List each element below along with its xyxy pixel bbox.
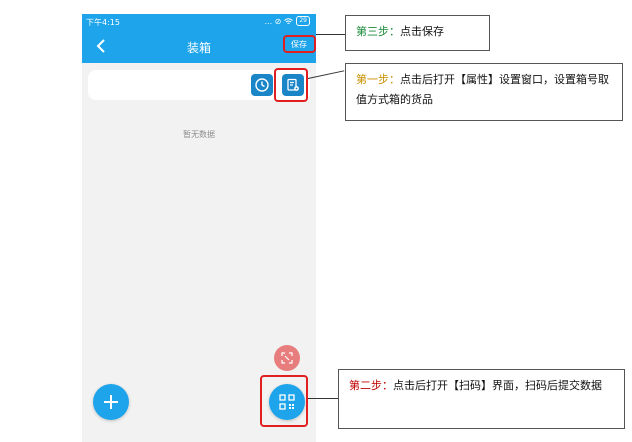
callout-step1-label: 第一步：	[356, 73, 400, 86]
status-time: 下午4:15	[86, 18, 120, 27]
add-button[interactable]	[93, 384, 129, 420]
scan-highlight	[260, 375, 308, 427]
plus-icon	[104, 395, 118, 409]
status-icons-text: ... ⊘	[264, 16, 282, 26]
clock-icon	[255, 78, 269, 92]
scan-small-button[interactable]	[274, 345, 300, 371]
history-button[interactable]	[251, 74, 273, 96]
callout-step3-label: 第三步：	[356, 25, 400, 38]
status-bar: 下午4:15 ... ⊘ 29	[82, 14, 316, 30]
scan-corners-icon	[281, 352, 293, 364]
connector-step3	[316, 34, 345, 35]
battery-icon: 29	[296, 16, 310, 26]
page-title: 装箱	[186, 41, 211, 55]
callout-step2: 第二步：点击后打开【扫码】界面，扫码后提交数据	[338, 369, 625, 429]
properties-highlight	[274, 68, 308, 102]
callout-step2-label: 第二步：	[349, 379, 393, 392]
empty-state-text: 暂无数据	[183, 130, 215, 139]
nav-bar: 装箱	[82, 30, 316, 63]
status-icons: ... ⊘ 29	[264, 16, 310, 26]
connector-step2	[308, 398, 338, 399]
callout-step2-text: 点击后打开【扫码】界面，扫码后提交数据	[393, 379, 602, 392]
wifi-icon	[284, 17, 294, 24]
callout-step1: 第一步：点击后打开【属性】设置窗口，设置箱号取值方式箱的货品	[345, 63, 623, 121]
save-highlight	[283, 35, 316, 53]
callout-step3: 第三步：点击保存	[345, 15, 490, 51]
callout-step3-text: 点击保存	[400, 25, 444, 38]
